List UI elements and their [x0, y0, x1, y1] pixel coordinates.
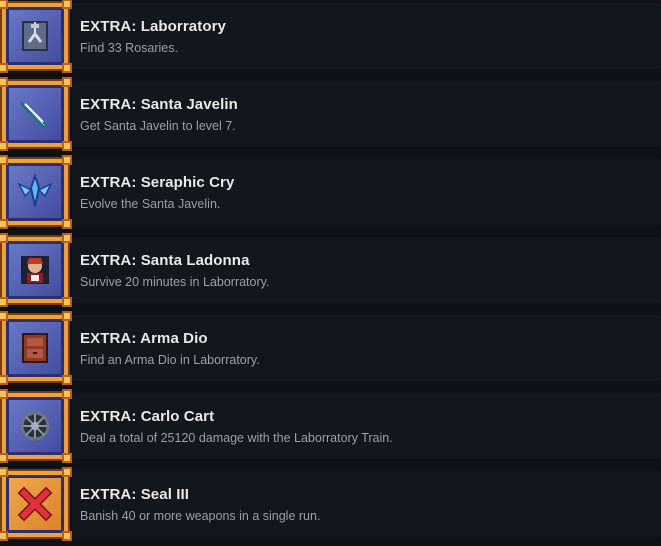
achievement-title: EXTRA: Seal III: [80, 485, 190, 503]
achievement-row[interactable]: EXTRA: Seraphic Cry Evolve the Santa Jav…: [0, 155, 661, 229]
achievement-badge: [0, 233, 72, 307]
achievement-description: Deal a total of 25120 damage with the La…: [80, 430, 393, 445]
achievement-description: Find an Arma Dio in Laborratory.: [80, 352, 260, 367]
achievement-description: Banish 40 or more weapons in a single ru…: [80, 508, 321, 523]
achievement-badge: [0, 77, 72, 151]
claw-machine-icon: [22, 21, 48, 51]
achievement-badge: [0, 311, 72, 385]
achievement-text: EXTRA: Seraphic Cry Evolve the Santa Jav…: [80, 174, 234, 211]
achievement-text: EXTRA: Carlo Cart Deal a total of 25120 …: [80, 408, 393, 445]
achievement-row[interactable]: EXTRA: Santa Javelin Get Santa Javelin t…: [0, 77, 661, 151]
cart-wheel-icon: [20, 411, 50, 441]
javelin-icon: [20, 101, 50, 129]
achievement-row[interactable]: EXTRA: Carlo Cart Deal a total of 25120 …: [0, 389, 661, 463]
achievement-badge: [0, 467, 72, 541]
achievement-description: Get Santa Javelin to level 7.: [80, 118, 236, 133]
achievement-description: Evolve the Santa Javelin.: [80, 196, 221, 211]
achievement-description: Survive 20 minutes in Laborratory.: [80, 274, 270, 289]
achievement-title: EXTRA: Seraphic Cry: [80, 173, 235, 191]
achievement-list: EXTRA: Laborratory Find 33 Rosaries. EXT…: [0, 0, 661, 546]
achievement-row[interactable]: EXTRA: Seal III Banish 40 or more weapon…: [0, 467, 661, 541]
achievement-title: EXTRA: Arma Dio: [80, 329, 208, 347]
achievement-text: EXTRA: Santa Javelin Get Santa Javelin t…: [80, 96, 238, 133]
achievement-row[interactable]: EXTRA: Arma Dio Find an Arma Dio in Labo…: [0, 311, 661, 385]
achievement-title: EXTRA: Santa Javelin: [80, 95, 238, 113]
achievement-title: EXTRA: Santa Ladonna: [80, 251, 250, 269]
red-x-icon: [17, 486, 53, 522]
achievement-row[interactable]: EXTRA: Santa Ladonna Survive 20 minutes …: [0, 233, 661, 307]
achievement-text: EXTRA: Santa Ladonna Survive 20 minutes …: [80, 252, 269, 289]
achievement-badge: [0, 389, 72, 463]
achievement-title: EXTRA: Carlo Cart: [80, 407, 215, 425]
achievement-text: EXTRA: Laborratory Find 33 Rosaries.: [80, 18, 226, 55]
achievement-title: EXTRA: Laborratory: [80, 17, 226, 35]
achievement-row[interactable]: EXTRA: Laborratory Find 33 Rosaries.: [0, 0, 661, 73]
achievement-description: Find 33 Rosaries.: [80, 40, 178, 55]
achievement-text: EXTRA: Arma Dio Find an Arma Dio in Labo…: [80, 330, 260, 367]
cabinet-icon: [22, 333, 48, 363]
character-portrait-icon: [21, 256, 49, 284]
achievement-text: EXTRA: Seal III Banish 40 or more weapon…: [80, 486, 320, 523]
achievement-badge: [0, 155, 72, 229]
achievement-badge: [0, 0, 72, 73]
winged-crystal-icon: [17, 172, 53, 207]
